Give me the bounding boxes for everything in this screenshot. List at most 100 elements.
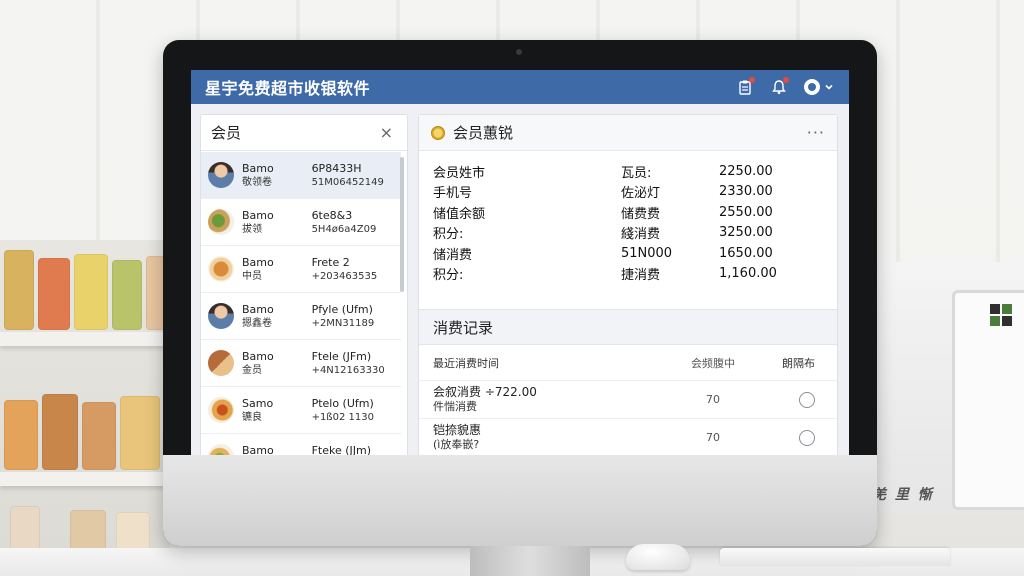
member-row[interactable]: Bamo 摁鑫卷 Pfyle (Ufm) +2MN31189 (201, 293, 401, 340)
records-title: 消费记录 (419, 309, 837, 345)
member-level: 中员 (242, 270, 262, 282)
member-row[interactable]: Samo 镳良 Ptelo (Ufm) +1ß02 1130 (201, 387, 401, 434)
record-row[interactable]: 铠捺貌惠 (ì放奉嵌? 70 (419, 419, 837, 455)
overview-row: 积分: 捷消费 1,160.00 (433, 264, 823, 285)
member-level: 拔领 (242, 223, 262, 235)
member-row[interactable]: Bamo 拔领 6te8&3 5H4ø6a4Z09 (201, 199, 401, 246)
snack-package (112, 260, 142, 330)
overview-key: 储费费 (621, 206, 661, 222)
overview-value: 3250.00 (719, 225, 773, 241)
overview-value: 1650.00 (719, 245, 773, 261)
record-select-radio[interactable] (799, 429, 815, 446)
member-code: Ptelo (Ufm) (311, 396, 374, 410)
member-thumbnail (208, 162, 234, 188)
snack-package (74, 254, 108, 330)
member-level: 金员 (242, 364, 262, 376)
record-title: 铠捺貌惠 (433, 423, 482, 437)
record-title: 会叙消费 ÷722.00 (433, 385, 537, 399)
member-list-scrollbar[interactable] (400, 157, 404, 292)
record-subtitle: 件惴消费 (433, 400, 477, 413)
overview-fields: 会员姓市 瓦员: 2250.00 手机号 佐泌灯 2330.00 储值余额 储费费 … (419, 151, 837, 309)
member-name: Bamo (242, 443, 274, 456)
overview-label: 积分: (433, 227, 464, 243)
records-header-row: 最近消费时间 会频腹中 朗隔布 (419, 345, 837, 381)
overview-key: 捷消费 (621, 268, 661, 284)
shelf-board (0, 332, 170, 346)
member-panel-header: 会员 × (201, 115, 407, 151)
overview-row: 积分: 綫消费 3250.00 (433, 223, 823, 244)
overview-key: 佐泌灯 (621, 186, 661, 202)
overview-title: 会员蕙锐 (453, 124, 514, 142)
snack-package (38, 258, 70, 330)
record-row[interactable]: 会叙消费 ÷722.00 件惴消费 70 (419, 381, 837, 419)
member-code: Pfyle (Ufm) (311, 302, 373, 316)
member-thumbnail (208, 397, 234, 423)
app-title: 星宇免费超市收银软件 (205, 79, 371, 98)
coin-icon (431, 125, 445, 140)
member-row[interactable]: Bamo 领员 Fteke (JJm) +1B0214330 (201, 434, 401, 455)
member-list: Bamo 敬领卷 6P8433H 51M06452149 Bamo 拔领 6te… (201, 152, 401, 455)
member-code: 6P8433H (311, 161, 362, 175)
member-row[interactable]: Bamo 中员 Frete 2 +203463535 (201, 246, 401, 293)
overview-value: 1,160.00 (719, 266, 777, 282)
member-row[interactable]: Bamo 金员 Ftele (JFm) +4N12163330 (201, 340, 401, 387)
member-panel-title: 会员 (211, 124, 242, 142)
snack-package (82, 402, 116, 470)
snack-package (120, 396, 160, 470)
records-body: 会叙消费 ÷722.00 件惴消费 70 铠捺貌惠 (ì放奉嵌? 70 (419, 381, 837, 455)
member-name: Bamo (242, 255, 274, 269)
overview-label: 储值余额 (433, 206, 486, 222)
overview-label: 会员姓市 (433, 165, 486, 181)
member-code: Fteke (JJm) (311, 443, 371, 456)
member-detail-panel: 会员蕙锐 ··· 会员姓市 瓦员: 2250.00 手机号 佐泌灯 2330.00… (418, 114, 838, 455)
more-icon[interactable]: ··· (807, 123, 825, 142)
member-thumbnail (208, 350, 234, 376)
notification-button[interactable] (765, 75, 793, 99)
user-menu-button[interactable] (799, 75, 839, 99)
record-select-radio[interactable] (799, 391, 815, 408)
member-panel: 会员 × Bamo 敬领卷 6P8433H 51M06452149 Bamo 拔… (200, 114, 408, 455)
title-bar: 星宇免费超市收银软件 (191, 70, 849, 104)
monitor-chin (163, 455, 877, 546)
overview-value: 2330.00 (719, 184, 773, 200)
member-row[interactable]: Bamo 敬领卷 6P8433H 51M06452149 (201, 152, 401, 199)
overview-key: 綫消费 (621, 227, 661, 243)
member-thumbnail (208, 444, 234, 455)
user-avatar-icon (804, 79, 820, 95)
snack-shelf (0, 240, 170, 576)
overview-label: 手机号 (433, 186, 473, 202)
snack-package (4, 250, 34, 330)
member-thumbnail (208, 303, 234, 329)
member-name: Bamo (242, 208, 274, 222)
mouse (626, 544, 690, 570)
counter-label: 羌 里 惭 (872, 487, 934, 503)
member-name: Bamo (242, 349, 274, 363)
record-count: 70 (706, 431, 720, 444)
overview-value: 2250.00 (719, 163, 773, 179)
webcam (516, 49, 522, 55)
snack-package (4, 400, 38, 470)
shelf-board (0, 472, 170, 486)
member-code: Ftele (JFm) (311, 349, 372, 363)
record-subtitle: (ì放奉嵌? (433, 438, 480, 451)
records-table: 最近消费时间 会频腹中 朗隔布 会叙消费 ÷722.00 件惴消费 70 铠捺貌… (419, 345, 837, 455)
member-name: Bamo (242, 161, 274, 175)
overview-row: 储消费 51N000 1650.00 (433, 243, 823, 264)
app-screen: 星宇免费超市收银软件 会员 × Bamo 敬领卷 6P8433H 51M0645… (191, 70, 849, 455)
snack-package (42, 394, 78, 470)
overview-key: 瓦员: (621, 165, 652, 181)
overview-row: 手机号 佐泌灯 2330.00 (433, 182, 823, 203)
records-col-time: 最近消费时间 (433, 356, 499, 370)
chevron-down-icon (825, 84, 833, 90)
close-icon[interactable]: × (380, 123, 393, 142)
overview-key: 51N000 (621, 245, 673, 261)
records-col-count: 会频腹中 (691, 356, 735, 370)
member-overview-card: 会员蕙锐 ··· 会员姓市 瓦员: 2250.00 手机号 佐泌灯 2330.00… (418, 114, 838, 455)
member-code: 6te8&3 (311, 208, 353, 222)
member-phone: +4N12163330 (311, 364, 385, 376)
clipboard-button[interactable] (731, 75, 759, 99)
member-level: 镳良 (242, 411, 262, 423)
notification-dot (749, 77, 755, 83)
overview-label: 积分: (433, 268, 464, 284)
member-phone: 5H4ø6a4Z09 (311, 223, 377, 235)
